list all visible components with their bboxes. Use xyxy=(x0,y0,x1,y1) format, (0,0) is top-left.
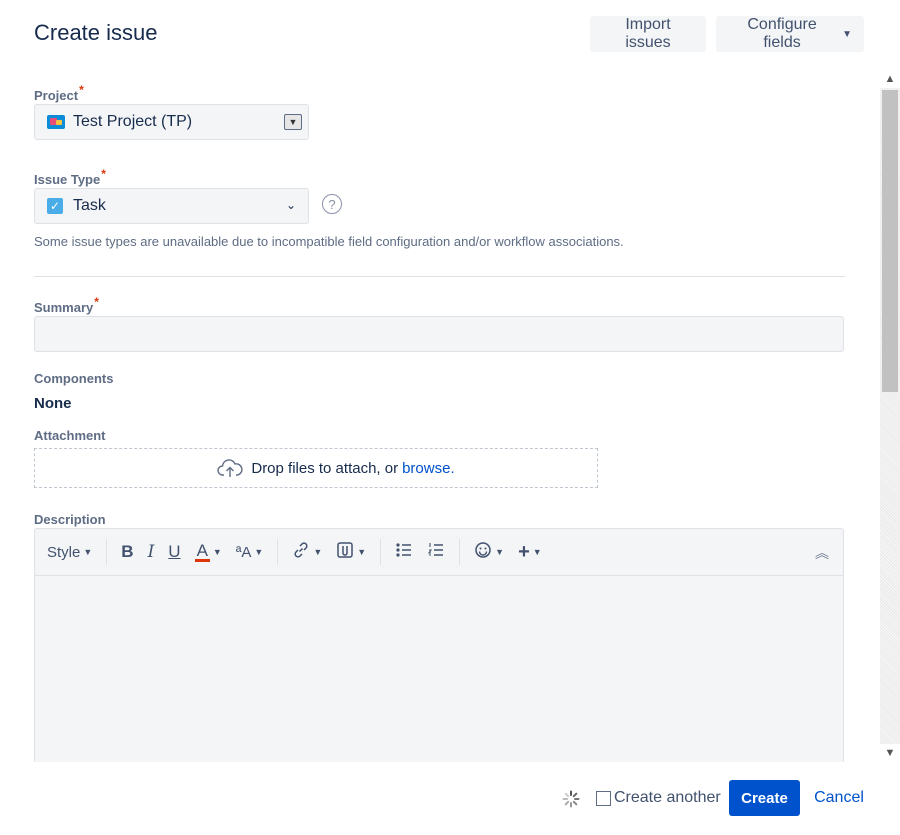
toolbar-separator xyxy=(459,539,461,565)
summary-label: Summary* xyxy=(34,295,99,315)
issue-type-select[interactable]: ✓ Task ⌄ xyxy=(34,188,309,224)
toolbar-separator xyxy=(106,539,108,565)
emoji-button[interactable]: ▼ xyxy=(474,541,504,563)
bullet-list-button[interactable] xyxy=(395,542,413,562)
issue-type-label: Issue Type* xyxy=(34,167,106,187)
issue-type-note: Some issue types are unavailable due to … xyxy=(34,234,624,249)
text-size-button[interactable]: ªA ▼ xyxy=(236,544,263,561)
bold-button[interactable]: B xyxy=(121,542,133,562)
toolbar-separator xyxy=(380,539,382,565)
attachment-button[interactable]: ▼ xyxy=(336,541,366,563)
text-color-button[interactable]: A ▼ xyxy=(194,542,222,562)
project-select[interactable]: Test Project (TP) ▼ xyxy=(34,104,309,140)
scroll-up-icon[interactable]: ▲ xyxy=(880,70,900,88)
project-label: Project* xyxy=(34,83,84,103)
scrollbar-thumb[interactable] xyxy=(882,90,898,392)
link-button[interactable]: ▼ xyxy=(292,541,322,563)
plus-icon: + xyxy=(518,540,530,563)
description-label: Description xyxy=(34,512,106,527)
help-icon[interactable]: ? xyxy=(322,194,342,214)
chevron-down-icon: ⌄ xyxy=(285,198,296,212)
configure-fields-button[interactable]: Configure fields ▼ xyxy=(716,16,864,52)
italic-button[interactable]: I xyxy=(148,542,155,562)
project-avatar-icon xyxy=(47,115,65,129)
cloud-upload-icon xyxy=(217,458,243,478)
create-button[interactable]: Create xyxy=(729,780,800,816)
underline-button[interactable]: U xyxy=(168,542,180,562)
numbered-list-button[interactable] xyxy=(427,542,445,562)
attachment-dropzone[interactable]: Drop files to attach, or browse. xyxy=(34,448,598,488)
collapse-toolbar-icon[interactable]: ︽ xyxy=(815,543,829,563)
browse-link[interactable]: browse. xyxy=(402,460,455,477)
paperclip-icon xyxy=(336,541,354,563)
task-checkbox-icon: ✓ xyxy=(47,198,63,214)
page-title: Create issue xyxy=(34,20,158,45)
toolbar-separator xyxy=(277,539,279,565)
components-value[interactable]: None xyxy=(34,395,72,412)
emoji-icon xyxy=(474,541,492,563)
configure-fields-label: Configure fields xyxy=(747,16,817,51)
loading-spinner-icon xyxy=(562,790,580,808)
description-editor[interactable]: Style ▼ B I U A ▼ ªA ▼ ▼ ▼ ▼ + ▼ ︽ xyxy=(34,528,844,762)
summary-input[interactable] xyxy=(34,316,844,352)
create-another-checkbox[interactable] xyxy=(596,790,611,806)
import-issues-button[interactable]: Import issues xyxy=(590,16,706,52)
bullet-list-icon xyxy=(395,542,413,562)
link-icon xyxy=(292,541,310,563)
scroll-down-icon[interactable]: ▼ xyxy=(880,744,900,762)
chevron-down-icon: ▼ xyxy=(842,28,852,40)
numbered-list-icon xyxy=(427,542,445,562)
project-select-value: Test Project (TP) xyxy=(73,113,193,130)
dialog-header: Create issue Import issues Configure fie… xyxy=(0,0,900,70)
divider xyxy=(34,276,845,277)
insert-more-button[interactable]: + ▼ xyxy=(518,541,542,564)
cancel-button[interactable]: Cancel xyxy=(812,780,866,816)
components-label: Components xyxy=(34,371,114,386)
attachment-label: Attachment xyxy=(34,428,106,443)
dropzone-text: Drop files to attach, or xyxy=(251,459,399,477)
dropdown-arrow-icon: ▼ xyxy=(284,114,302,130)
create-another-option[interactable]: Create another xyxy=(596,789,721,807)
issue-type-select-value: Task xyxy=(73,197,106,214)
editor-toolbar: Style ▼ B I U A ▼ ªA ▼ ▼ ▼ ▼ + ▼ ︽ xyxy=(35,529,843,576)
form-content: Project* Test Project (TP) ▼ Issue Type*… xyxy=(0,70,880,762)
scrollbar[interactable]: ▲ ▼ xyxy=(880,70,900,762)
create-another-label: Create another xyxy=(614,789,721,806)
style-dropdown[interactable]: Style ▼ xyxy=(47,544,92,561)
description-textarea[interactable] xyxy=(35,576,843,762)
